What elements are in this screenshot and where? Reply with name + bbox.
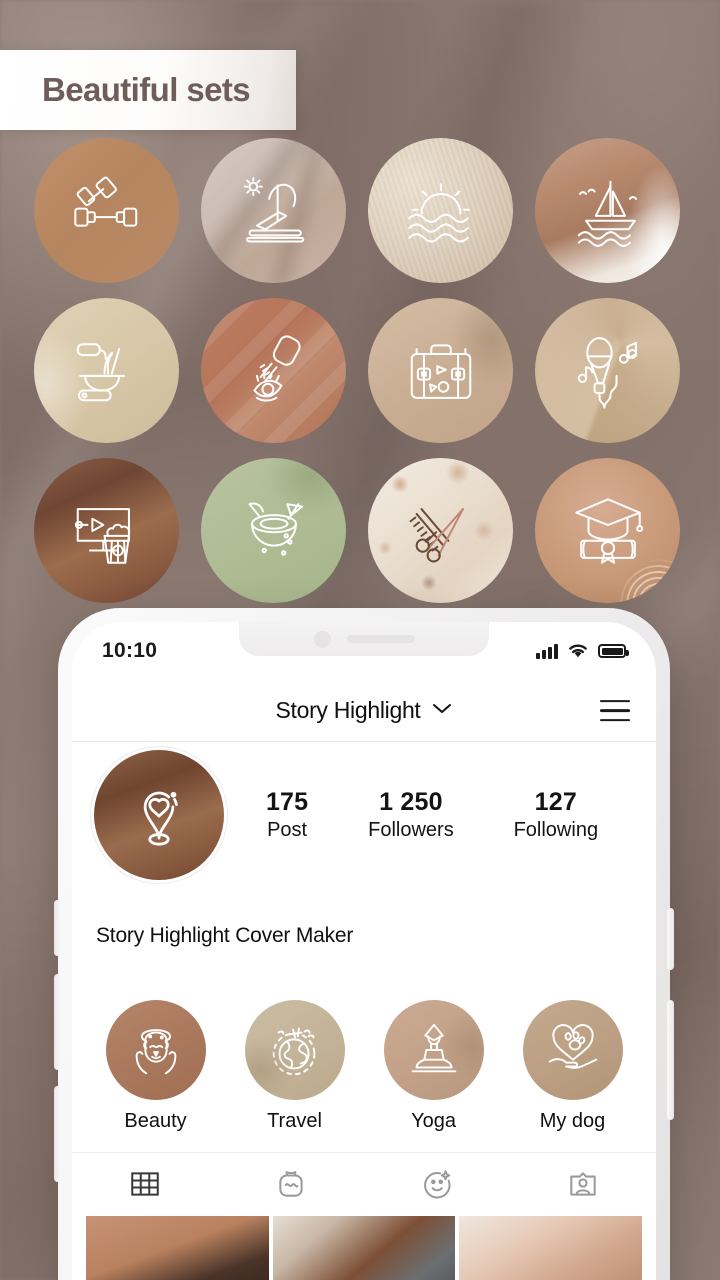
effects-tab-icon: [424, 1169, 451, 1198]
cover-item-music[interactable]: [535, 298, 680, 443]
app-title: Story Highlight: [275, 697, 421, 723]
stat-value: 175: [265, 788, 309, 816]
photo-3[interactable]: [459, 1216, 642, 1280]
hamburger-menu-icon[interactable]: [600, 699, 630, 722]
cover-grid: [34, 138, 689, 603]
comb-scissors-icon: [402, 492, 480, 570]
face-spa-icon: [135, 1029, 176, 1075]
reels-tab-icon: [279, 1170, 303, 1197]
phone-side-button[interactable]: [667, 1000, 674, 1120]
wifi-icon: [569, 644, 587, 657]
paw-heart-hand-icon: [548, 1024, 597, 1069]
stat-label: Following: [513, 819, 599, 841]
eyelash-brush-icon: [235, 332, 313, 410]
cover-item-drinks[interactable]: [201, 458, 346, 603]
avatar[interactable]: [94, 750, 224, 880]
location-heart-pin-icon: [143, 791, 178, 846]
highlight-cover: [522, 1000, 623, 1100]
highlight-label: Beauty: [124, 1110, 187, 1132]
photo-1[interactable]: [86, 1216, 269, 1280]
highlight-travel[interactable]: Travel: [239, 1000, 351, 1133]
highlight-yoga[interactable]: Yoga: [378, 1000, 490, 1133]
tab-effects[interactable]: [415, 1164, 459, 1204]
cover-item-beach[interactable]: [201, 138, 346, 283]
profile-bio: Story Highlight Cover Maker: [96, 912, 486, 960]
cover-item-sailing[interactable]: [535, 138, 680, 283]
sunset-waves-icon: [402, 172, 480, 250]
photo-grid: [72, 1216, 656, 1280]
profile-stats: 175 Post 1 250 Followers 127 Following: [224, 788, 634, 842]
stat-post[interactable]: 175 Post: [266, 788, 308, 842]
highlight-cover: [105, 1000, 206, 1100]
tagged-tab-icon: [570, 1171, 596, 1196]
microphone-icon: [569, 332, 647, 410]
cover-item-hair[interactable]: [368, 458, 513, 603]
highlight-cover: [383, 1000, 484, 1100]
stat-label: Followers: [368, 819, 454, 841]
highlight-label: Yoga: [411, 1110, 456, 1132]
suitcase-icon: [402, 332, 480, 410]
stat-value: 127: [534, 788, 577, 816]
dumbbell-icon: [68, 172, 146, 250]
stat-value: 1 250: [379, 788, 443, 816]
phone-volume-down-button[interactable]: [54, 1086, 61, 1182]
signal-bars-icon: [536, 643, 558, 659]
chevron-down-icon[interactable]: [431, 701, 453, 720]
highlight-my-dog[interactable]: My dog: [517, 1000, 629, 1133]
status-time: 10:10: [102, 639, 158, 662]
cooking-bowl-icon: [68, 332, 146, 410]
beach-lounger-icon: [235, 172, 313, 250]
stat-followers[interactable]: 1 250 Followers: [368, 788, 454, 842]
grid-tab-icon: [131, 1171, 159, 1196]
stat-following[interactable]: 127 Following: [514, 788, 598, 842]
highlight-beauty[interactable]: Beauty: [100, 1000, 212, 1133]
cover-item-sunset[interactable]: [368, 138, 513, 283]
highlight-cover: [244, 1000, 345, 1100]
phone-silent-switch[interactable]: [54, 900, 61, 956]
sailboat-icon: [569, 172, 647, 250]
tab-tagged[interactable]: [561, 1164, 605, 1204]
bottom-tab-bar: [72, 1152, 656, 1214]
cover-item-lashes[interactable]: [201, 298, 346, 443]
photo-2[interactable]: [272, 1216, 456, 1280]
yoga-pose-icon: [411, 1023, 456, 1073]
cover-item-study[interactable]: [535, 458, 680, 603]
highlight-label: Travel: [267, 1110, 322, 1132]
battery-full-icon: [598, 644, 629, 658]
tab-reels[interactable]: [269, 1164, 313, 1204]
cover-item-movies[interactable]: [34, 458, 179, 603]
app-header: Story Highlight: [72, 680, 656, 742]
graduation-cap-icon: [569, 492, 647, 570]
phone-screen: 10:10 Story Highlight 175 Post 1 250 Fol…: [72, 622, 656, 1280]
cover-item-cooking[interactable]: [34, 298, 179, 443]
coconut-drink-icon: [235, 492, 313, 570]
movie-popcorn-icon: [68, 492, 146, 570]
stat-label: Post: [267, 819, 308, 841]
profile-section: 175 Post 1 250 Followers 127 Following: [72, 750, 656, 880]
phone-mockup: 10:10 Story Highlight 175 Post 1 250 Fol…: [54, 608, 674, 1280]
status-bar: 10:10: [72, 622, 656, 680]
highlight-label: My dog: [539, 1110, 606, 1132]
cover-item-gym[interactable]: [34, 138, 179, 283]
cover-item-travel[interactable]: [368, 298, 513, 443]
page-title: Beautiful sets: [42, 71, 251, 108]
banner: Beautiful sets: [0, 50, 296, 130]
tab-grid[interactable]: [123, 1164, 167, 1204]
phone-power-button[interactable]: [667, 908, 674, 970]
phone-volume-up-button[interactable]: [54, 974, 61, 1070]
globe-plane-icon: [272, 1027, 315, 1076]
story-highlights-row: Beauty Travel Yoga My dog: [72, 1000, 656, 1133]
